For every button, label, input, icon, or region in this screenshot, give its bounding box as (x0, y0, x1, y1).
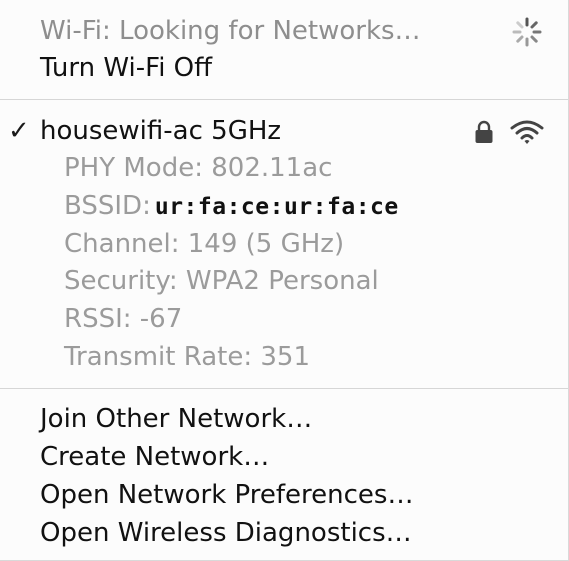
checkmark-icon: ✓ (8, 116, 30, 146)
detail-channel: Channel: 149 (5 GHz) (0, 225, 568, 263)
transmit-rate-text: Transmit Rate: 351 (64, 342, 310, 372)
wifi-signal-icon (510, 120, 544, 144)
turn-wifi-off-item[interactable]: Turn Wi-Fi Off (0, 49, 568, 87)
detail-security: Security: WPA2 Personal (0, 262, 568, 300)
channel-text: Channel: 149 (5 GHz) (64, 229, 345, 259)
detail-rssi: RSSI: -67 (0, 300, 568, 338)
phy-mode-text: PHY Mode: 802.11ac (64, 153, 333, 183)
rssi-text: RSSI: -67 (64, 304, 183, 334)
turn-wifi-off-label: Turn Wi-Fi Off (40, 53, 213, 83)
create-network-label: Create Network… (40, 442, 270, 472)
open-network-preferences-label: Open Network Preferences… (40, 480, 414, 510)
join-other-network-item[interactable]: Join Other Network… (0, 400, 568, 438)
network-name: housewifi-ac 5GHz (40, 116, 282, 146)
separator (0, 388, 568, 389)
separator (0, 99, 568, 100)
lock-icon (475, 120, 493, 143)
open-wireless-diagnostics-label: Open Wireless Diagnostics… (40, 518, 412, 548)
open-wireless-diagnostics-item[interactable]: Open Wireless Diagnostics… (0, 514, 568, 552)
loading-spinner-icon (512, 17, 542, 47)
open-network-preferences-item[interactable]: Open Network Preferences… (0, 476, 568, 514)
detail-transmit-rate: Transmit Rate: 351 (0, 338, 568, 376)
bssid-value: ur:fa:ce:ur:fa:ce (154, 194, 399, 220)
security-text: Security: WPA2 Personal (64, 266, 379, 296)
bssid-label: BSSID: (64, 191, 151, 221)
wifi-menu: Wi-Fi: Looking for Networks… Turn Wi-Fi … (0, 0, 569, 561)
wifi-status-text: Wi-Fi: Looking for Networks… (40, 16, 421, 46)
wifi-status-label: Wi-Fi: Looking for Networks… (0, 12, 568, 50)
create-network-item[interactable]: Create Network… (0, 438, 568, 476)
detail-phy-mode: PHY Mode: 802.11ac (0, 149, 568, 187)
detail-bssid: BSSID: ur:fa:ce:ur:fa:ce (0, 187, 568, 225)
join-other-network-label: Join Other Network… (40, 404, 313, 434)
